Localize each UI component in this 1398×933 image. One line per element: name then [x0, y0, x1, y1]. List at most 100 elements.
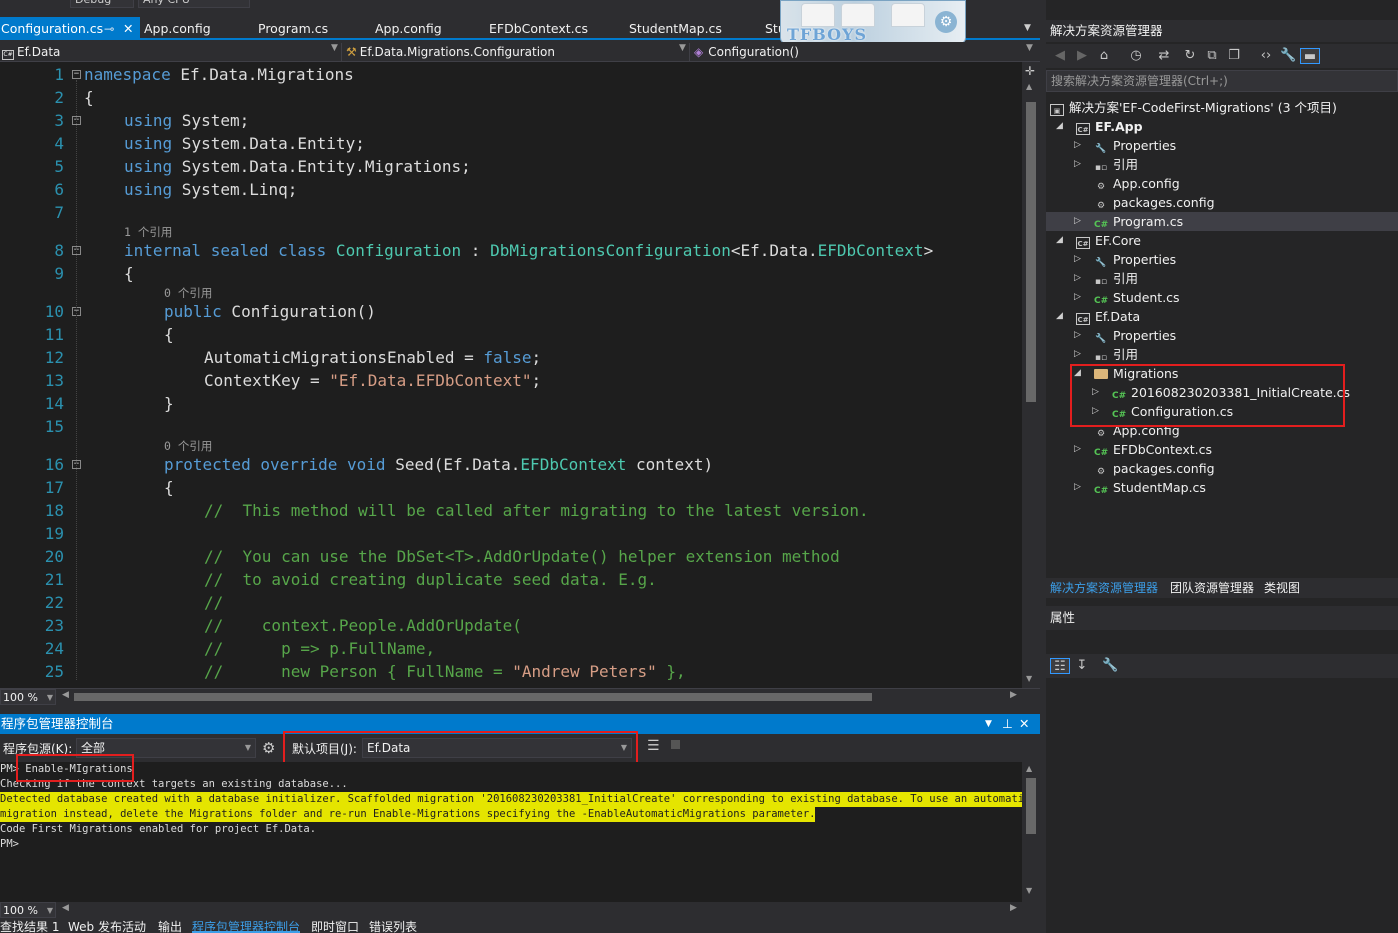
tree-item-ef-core[interactable]: C# EF.Core — [1076, 231, 1141, 250]
tree-item-ef-data[interactable]: C# Ef.Data — [1076, 307, 1140, 326]
tree-item-student-cs[interactable]: C# Student.cs — [1094, 288, 1180, 307]
tree-item-efdbcontext-cs[interactable]: C# EFDbContext.cs — [1094, 440, 1212, 459]
scroll-up-icon[interactable]: ▲ — [1026, 82, 1032, 91]
scrollbar-thumb[interactable] — [1026, 102, 1036, 402]
tree-item-ef-app[interactable]: C# EF.App — [1076, 117, 1143, 136]
tab-package-manager-console[interactable]: 程序包管理器控制台 — [192, 918, 301, 933]
solution-config-combo[interactable]: Debug — [70, 0, 134, 8]
editor-vertical-scrollbar[interactable]: ✛ ▲ ▼ — [1022, 62, 1040, 688]
tab-app-config[interactable]: App.config — [144, 17, 211, 40]
dropdown-icon[interactable]: ▼ — [985, 714, 992, 734]
collapsed-arrow-icon[interactable]: ▷ — [1074, 155, 1081, 174]
scroll-left-icon[interactable]: ◀ — [62, 690, 69, 700]
tab-studentmap-cs[interactable]: StudentMap.cs — [629, 17, 722, 40]
tab-web-publish[interactable]: Web 发布活动 — [68, 918, 146, 933]
tree-item-program-cs[interactable]: C# Program.cs — [1094, 212, 1183, 231]
forward-icon[interactable]: ▶ — [1074, 48, 1090, 64]
properties-wrench-icon[interactable]: 🔧 — [1280, 48, 1296, 64]
tree-item-app-config[interactable]: ⚙ App.config — [1094, 174, 1180, 193]
scrollbar-thumb[interactable] — [74, 693, 872, 701]
home-icon[interactable]: ⌂ — [1096, 48, 1112, 64]
collapsed-arrow-icon[interactable]: ▷ — [1074, 478, 1081, 497]
tree-item-studentmap-cs[interactable]: C# StudentMap.cs — [1094, 478, 1206, 497]
preview-icon[interactable]: ▬ — [1300, 48, 1320, 64]
collapse-icon[interactable]: − — [72, 70, 81, 79]
console-output[interactable]: PM> Enable-MIgrations Checking if the co… — [0, 762, 1022, 902]
tab-team-explorer[interactable]: 团队资源管理器 — [1170, 578, 1254, 598]
expanded-arrow-icon[interactable]: ◢ — [1056, 117, 1063, 136]
tree-item-packages-config[interactable]: ⚙ packages.config — [1094, 459, 1215, 478]
scrollbar-thumb[interactable] — [1026, 778, 1036, 834]
tab-solution-explorer[interactable]: 解决方案资源管理器 — [1050, 578, 1158, 598]
scroll-down-icon[interactable]: ▼ — [1026, 886, 1032, 895]
editor-horizontal-scrollbar[interactable]: 100 % ▼ ◀ ▶ — [0, 688, 1040, 705]
collapsed-arrow-icon[interactable]: ▷ — [1074, 136, 1081, 155]
solution-platform-combo[interactable]: Any CPU — [138, 0, 250, 8]
collapsed-arrow-icon[interactable]: ▷ — [1074, 250, 1081, 269]
property-pages-icon[interactable]: 🔧 — [1102, 658, 1118, 674]
close-icon[interactable]: ✕ — [123, 17, 133, 40]
tab-efdbcontext-cs[interactable]: EFDbContext.cs — [489, 17, 588, 40]
scroll-right-icon[interactable]: ▶ — [1010, 903, 1017, 913]
collapsed-arrow-icon[interactable]: ▷ — [1074, 288, 1081, 307]
gear-icon[interactable]: ⚙ — [935, 11, 957, 33]
scroll-up-icon[interactable]: ▲ — [1026, 764, 1032, 773]
view-code-icon[interactable]: ‹› — [1258, 48, 1274, 64]
code-editor[interactable]: 1 2 3 4 5 6 7 8 9 10 11 12 13 14 15 16 1… — [0, 62, 1022, 688]
expanded-arrow-icon[interactable]: ◢ — [1056, 231, 1063, 250]
nav-type-combo[interactable]: ⚒ Ef.Data.Migrations.Configuration — [346, 43, 555, 61]
console-vertical-scrollbar[interactable]: ▲ ▼ — [1022, 762, 1040, 902]
clear-console-icon[interactable]: ☰ — [647, 738, 660, 754]
tab-find-results[interactable]: 查找结果 1 — [0, 918, 59, 933]
solution-root[interactable]: ▣ 解决方案'EF-CodeFirst-Migrations' (3 个项目) — [1050, 98, 1337, 117]
collapsed-arrow-icon[interactable]: ▷ — [1074, 440, 1081, 459]
settings-gear-icon[interactable]: ⚙ — [262, 739, 275, 757]
tree-item-properties[interactable]: 🔧 Properties — [1094, 326, 1176, 345]
chevron-down-icon[interactable]: ▼ — [331, 43, 338, 53]
nav-project-combo[interactable]: C# Ef.Data — [2, 43, 60, 61]
sync-icon[interactable]: ⇄ — [1156, 48, 1172, 64]
scroll-right-icon[interactable]: ▶ — [1010, 690, 1017, 700]
split-icon[interactable]: ✛ — [1025, 64, 1035, 78]
tree-item-references[interactable]: ▪▫ 引用 — [1094, 345, 1138, 364]
collapse-all-icon[interactable]: ⧉ — [1204, 48, 1220, 64]
console-prompt[interactable]: PM> — [0, 837, 19, 852]
back-icon[interactable]: ◀ — [1052, 48, 1068, 64]
tree-item-packages-config[interactable]: ⚙ packages.config — [1094, 193, 1215, 212]
categorized-icon[interactable]: ☷ — [1050, 658, 1070, 674]
tab-program-cs[interactable]: Program.cs — [258, 17, 328, 40]
chevron-down-icon[interactable]: ▼ — [679, 43, 686, 53]
close-icon[interactable]: ✕ — [1019, 714, 1029, 734]
collapsed-arrow-icon[interactable]: ▷ — [1074, 212, 1081, 231]
expanded-arrow-icon[interactable]: ◢ — [1056, 307, 1063, 326]
tab-error-list[interactable]: 错误列表 — [369, 918, 417, 933]
tree-item-properties[interactable]: 🔧 Properties — [1094, 250, 1176, 269]
pin-icon[interactable]: ⊸ — [104, 17, 114, 40]
tree-item-references[interactable]: ▪▫ 引用 — [1094, 269, 1138, 288]
refresh-icon[interactable]: ↻ — [1182, 48, 1198, 64]
nav-member-combo[interactable]: ◈ Configuration() — [694, 43, 799, 61]
zoom-combo[interactable]: 100 % ▼ — [0, 689, 56, 705]
tab-class-view[interactable]: 类视图 — [1264, 578, 1300, 598]
zoom-combo[interactable]: 100 % ▼ — [0, 902, 56, 918]
tab-output[interactable]: 输出 — [158, 918, 182, 933]
pin-icon[interactable]: ⊥ — [1002, 714, 1013, 734]
tab-immediate-window[interactable]: 即时窗口 — [311, 918, 359, 933]
codelens-references[interactable]: 0 个引用 — [164, 438, 212, 454]
collapsed-arrow-icon[interactable]: ▷ — [1074, 326, 1081, 345]
tab-overflow-icon[interactable]: ▼ — [1024, 17, 1031, 40]
scroll-down-icon[interactable]: ▼ — [1026, 674, 1032, 683]
pending-changes-icon[interactable]: ◷ — [1128, 48, 1144, 64]
chevron-down-icon[interactable]: ▼ — [1026, 43, 1033, 53]
stop-icon[interactable] — [671, 740, 680, 749]
tab-configuration-cs[interactable]: Configuration.cs ⊸ ✕ — [0, 17, 140, 40]
show-all-files-icon[interactable]: ❐ — [1226, 48, 1242, 64]
collapsed-arrow-icon[interactable]: ▷ — [1074, 345, 1081, 364]
codelens-references[interactable]: 1 个引用 — [124, 224, 172, 240]
tab-app-config-2[interactable]: App.config — [375, 17, 442, 40]
scroll-left-icon[interactable]: ◀ — [62, 903, 69, 913]
console-horizontal-scrollbar[interactable]: 100 % ▼ ◀ ▶ — [0, 902, 1040, 918]
tree-item-references[interactable]: ▪▫ 引用 — [1094, 155, 1138, 174]
codelens-references[interactable]: 0 个引用 — [164, 285, 212, 301]
solution-search-input[interactable]: 搜索解决方案资源管理器(Ctrl+;) — [1046, 70, 1398, 92]
